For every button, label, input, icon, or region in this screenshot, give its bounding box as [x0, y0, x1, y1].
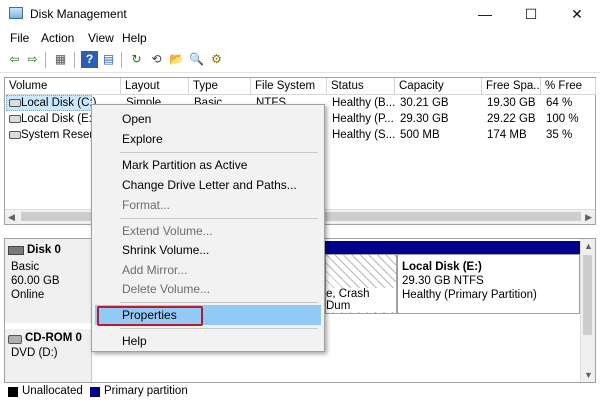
help-topics-icon[interactable]: ▤ — [100, 51, 117, 68]
toolbar-separator — [121, 52, 122, 68]
menu-item-extend-volume[interactable]: Extend Volume... — [122, 224, 213, 238]
refresh-icon[interactable]: ↻ — [128, 51, 145, 68]
legend-swatch-unallocated — [8, 387, 18, 397]
partition-e[interactable]: Local Disk (E:) 29.30 GB NTFS Healthy (P… — [397, 254, 580, 314]
partition-e-status: Healthy (Primary Partition) — [402, 289, 537, 301]
partition-c-selected[interactable]: e, Crash Dum — [325, 254, 397, 314]
column-header-file-system[interactable]: File System — [251, 78, 327, 95]
legend-label-unallocated: Unallocated — [22, 385, 83, 397]
minimize-button[interactable]: — — [462, 0, 508, 28]
disk-management-app-icon — [9, 7, 23, 19]
menu-separator — [120, 152, 318, 153]
partition-e-name: Local Disk (E:) — [402, 261, 482, 273]
column-header-percent-free[interactable]: % Free — [541, 78, 596, 95]
column-header-type[interactable]: Type — [189, 78, 251, 95]
menu-item-add-mirror[interactable]: Add Mirror... — [122, 263, 187, 277]
cdrom-0-label[interactable]: CD-ROM 0 DVD (D:) — [5, 329, 92, 382]
toolbar-separator — [45, 52, 46, 68]
partition-bar — [325, 241, 397, 254]
settings-icon[interactable]: ⚙ — [208, 51, 225, 68]
table-cell-capacity: 29.30 GB — [400, 113, 449, 125]
column-header-volume[interactable]: Volume — [5, 78, 121, 95]
close-button[interactable]: ✕ — [554, 0, 600, 28]
toolbar-separator — [74, 52, 75, 68]
table-cell-capacity: 500 MB — [400, 129, 440, 141]
maximize-button[interactable]: ☐ — [508, 0, 554, 28]
disk-size: 60.00 GB — [11, 275, 60, 287]
menu-item-change-drive-letter[interactable]: Change Drive Letter and Paths... — [122, 178, 297, 192]
column-header-free-space[interactable]: Free Spa... — [482, 78, 541, 95]
window-title: Disk Management — [30, 7, 127, 21]
cdrom-icon — [8, 335, 22, 344]
column-header-capacity[interactable]: Capacity — [395, 78, 482, 95]
table-cell-percent-free: 64 % — [546, 97, 573, 109]
menu-item-mark-active[interactable]: Mark Partition as Active — [122, 158, 247, 172]
column-header-status[interactable]: Status — [327, 78, 395, 95]
menu-view[interactable]: View — [88, 31, 114, 45]
menu-action[interactable]: Action — [41, 31, 74, 45]
menu-item-explore[interactable]: Explore — [122, 132, 163, 146]
cdrom-drive: DVD (D:) — [11, 347, 58, 359]
table-cell-capacity: 30.21 GB — [400, 97, 449, 109]
properties-callout-box — [97, 306, 203, 326]
scroll-down-arrow-icon[interactable]: ▼ — [584, 370, 593, 380]
toolbar: ⇦ ⇨ ▦ ? ▤ ↻ ⟲ 📂 🔍 ⚙ — [0, 48, 600, 73]
table-cell-percent-free: 35 % — [546, 129, 573, 141]
help-icon[interactable]: ? — [81, 51, 98, 68]
table-cell-free-space: 29.22 GB — [487, 113, 536, 125]
menu-item-format[interactable]: Format... — [122, 198, 170, 212]
menu-item-delete-volume[interactable]: Delete Volume... — [122, 282, 210, 296]
partition-bar — [397, 241, 580, 254]
rescan-icon[interactable]: ⟲ — [148, 51, 165, 68]
menu-help[interactable]: Help — [122, 31, 147, 45]
table-cell-status: Healthy (S... — [332, 129, 395, 141]
disk-0-label[interactable]: Disk 0 Basic 60.00 GB Online — [5, 239, 92, 323]
table-cell-status: Healthy (B... — [332, 97, 395, 109]
scroll-left-arrow-icon[interactable]: ◀ — [8, 212, 15, 223]
properties-icon[interactable]: 🔍 — [188, 51, 205, 68]
partition-c-text: e, Crash Dum — [326, 288, 396, 312]
partition-e-size: 29.30 GB NTFS — [402, 275, 484, 287]
table-cell-status: Healthy (P... — [332, 113, 394, 125]
legend: Unallocated Primary partition — [4, 383, 596, 402]
menu-item-shrink-volume[interactable]: Shrink Volume... — [122, 243, 209, 257]
scroll-right-arrow-icon[interactable]: ▶ — [585, 212, 592, 223]
scroll-up-arrow-icon[interactable]: ▲ — [584, 241, 593, 251]
menu-file[interactable]: File — [10, 31, 29, 45]
scrollbar-thumb[interactable] — [583, 255, 592, 335]
disk-name: Disk 0 — [27, 244, 61, 256]
menu-bar: File Action View Help — [0, 28, 600, 48]
table-cell-free-space: 19.30 GB — [487, 97, 536, 109]
table-cell-percent-free: 100 % — [546, 113, 579, 125]
menu-separator — [120, 302, 318, 303]
disk-status: Online — [11, 289, 45, 301]
table-cell-free-space: 174 MB — [487, 129, 527, 141]
menu-separator — [120, 328, 318, 329]
disk-type: Basic — [11, 261, 40, 273]
column-header-layout[interactable]: Layout — [121, 78, 189, 95]
forward-icon[interactable]: ⇨ — [24, 51, 41, 68]
back-icon[interactable]: ⇦ — [6, 51, 23, 68]
cdrom-name: CD-ROM 0 — [25, 332, 82, 344]
console-tree-icon[interactable]: ▦ — [52, 51, 69, 68]
title-bar: Disk Management — ☐ ✕ — [0, 0, 600, 28]
menu-item-open[interactable]: Open — [122, 112, 151, 126]
vertical-scrollbar[interactable]: ▲ ▼ — [580, 239, 595, 382]
open-icon[interactable]: 📂 — [168, 51, 185, 68]
menu-separator — [120, 218, 318, 219]
menu-item-help[interactable]: Help — [122, 334, 147, 348]
legend-swatch-primary — [90, 387, 100, 397]
disk-icon — [8, 246, 24, 255]
legend-label-primary: Primary partition — [104, 385, 188, 397]
